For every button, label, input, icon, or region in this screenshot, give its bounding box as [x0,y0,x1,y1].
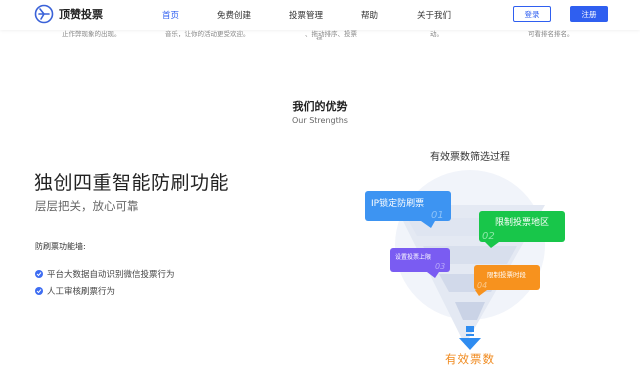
step-label: 限制投票时段 [487,270,527,279]
nav-help[interactable]: 帮助 [361,9,378,21]
section-title: 我们的优势 [292,100,348,113]
logo-circle-icon [34,4,54,24]
step-label: 设置投票上限 [395,253,431,261]
fragment-text: 墙。 [316,36,329,40]
nav-about[interactable]: 关于我们 [417,9,451,21]
nav-free-create[interactable]: 免费创建 [217,9,251,21]
function-item: 平台大数据自动识别微信投票行为 [35,268,175,280]
login-button[interactable]: 登录 [513,6,551,22]
valid-votes-label: 有效票数 [445,352,495,366]
step-number: 02 [482,231,495,242]
step-label: 限制投票地区 [495,216,549,228]
section-subtitle: Our Strengths [292,116,348,125]
function-item-label: 平台大数据自动识别微信投票行为 [47,270,175,280]
filter-funnel-diagram: IP锁定防刷票 01 限制投票地区 02 设置投票上限 03 限制投票时段 04 [365,170,565,350]
nav-vote-manage[interactable]: 投票管理 [289,9,323,21]
function-item-label: 人工审核刷票行为 [47,287,116,297]
check-circle-icon [35,287,43,295]
logo[interactable]: 顶赞投票 [34,4,103,24]
top-navbar: 顶赞投票 首页 免费创建 投票管理 帮助 关于我们 登录 注册 [0,0,640,30]
feature-headline: 独创四重智能防刷功能 [34,172,230,194]
nav-home[interactable]: 首页 [162,9,179,21]
logo-text: 顶赞投票 [59,8,103,21]
step-number: 03 [435,262,445,271]
step-number: 04 [477,281,487,290]
check-circle-icon [35,270,43,278]
step-number: 01 [431,210,444,221]
function-label: 防刷票功能墙: [35,242,86,251]
feature-subline: 层层把关，放心可靠 [35,199,139,213]
function-item: 人工审核刷票行为 [35,285,115,297]
register-button[interactable]: 注册 [570,6,608,22]
step-label: IP锁定防刷票 [371,197,424,209]
